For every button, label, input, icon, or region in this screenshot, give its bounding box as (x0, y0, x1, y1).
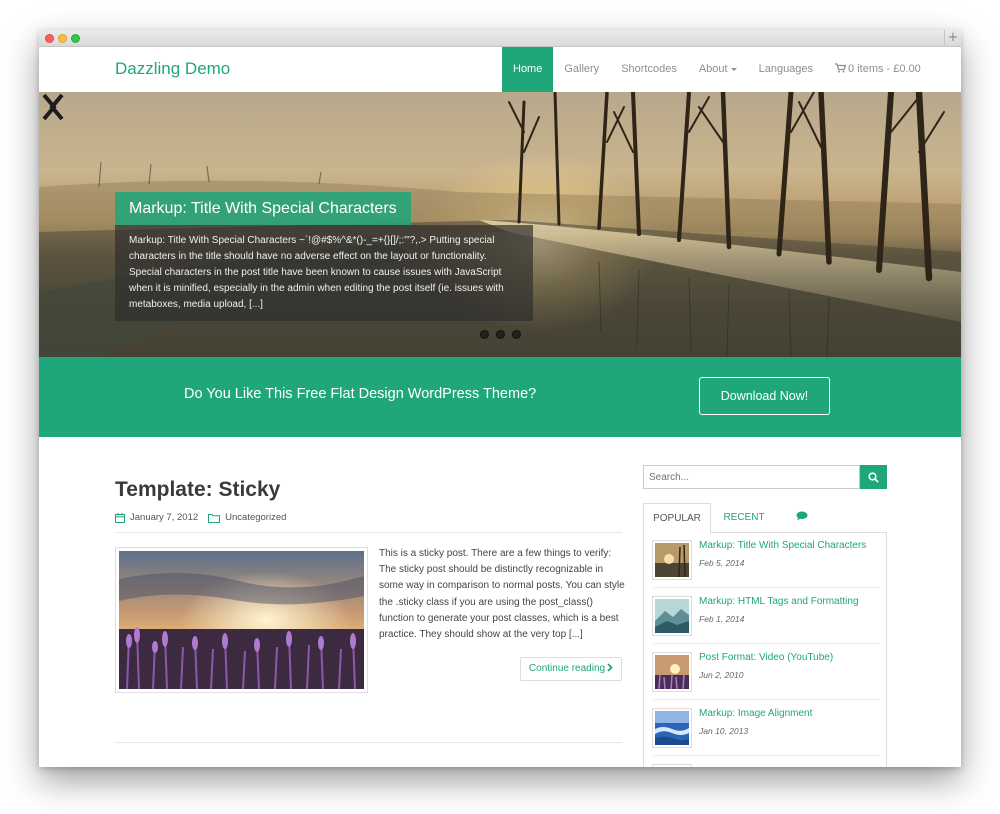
widget-post-title[interactable]: Markup: Title With Special Characters (699, 540, 866, 551)
slider-indicator[interactable] (480, 330, 489, 339)
landscape-thumbnail-image (655, 543, 689, 577)
divider (115, 532, 622, 533)
window-titlebar: + (39, 30, 961, 47)
post-thumbnail[interactable] (652, 652, 692, 692)
list-item[interactable]: Post Format: Video (YouTube) Jun 2, 2010 (644, 644, 886, 700)
nav-item-cart[interactable]: 0 items - £0.00 (824, 47, 932, 92)
widget-post-date: Feb 5, 2014 (699, 558, 745, 568)
download-now-button[interactable]: Download Now! (699, 377, 830, 415)
post-thumbnail[interactable] (652, 708, 692, 748)
hero-slide-title[interactable]: Markup: Title With Special Characters (115, 192, 411, 225)
cta-text: Do You Like This Free Flat Design WordPr… (184, 386, 537, 402)
slider-indicator[interactable] (496, 330, 505, 339)
site-brand[interactable]: Dazzling Demo (115, 59, 230, 79)
main-nav: Home Gallery Shortcodes About Languages … (502, 47, 932, 92)
post-thumbnail[interactable] (652, 764, 692, 767)
sidebar-tabs: POPULAR RECENT (643, 503, 887, 534)
tab-comments[interactable] (781, 503, 823, 533)
continue-reading-button[interactable]: Continue reading (520, 657, 622, 681)
calendar-icon (115, 512, 125, 523)
widget-post-date: Feb 1, 2014 (699, 614, 745, 624)
chevron-right-icon[interactable] (39, 92, 59, 122)
search-button[interactable] (860, 465, 887, 489)
ocean-thumbnail-image (655, 711, 689, 745)
tab-recent[interactable]: RECENT (717, 503, 771, 533)
divider (115, 742, 622, 743)
post-featured-image[interactable] (115, 547, 368, 693)
list-item[interactable]: Markup: Title With Special Characters Fe… (644, 532, 886, 588)
hero-slide-caption: Markup: Title With Special Characters ~`… (115, 225, 533, 321)
slider-indicator[interactable] (512, 330, 521, 339)
list-item[interactable]: Markup: Image Alignment Jan 10, 2013 (644, 700, 886, 756)
search-input[interactable] (643, 465, 860, 489)
cart-summary: 0 items - £0.00 (848, 63, 921, 75)
minimize-window-button[interactable] (58, 34, 67, 43)
lavender-thumbnail-image (655, 655, 689, 689)
browser-window: + Dazzling Demo Home Gallery Shortcodes … (39, 30, 961, 767)
search-icon (868, 471, 879, 483)
zoom-window-button[interactable] (71, 34, 80, 43)
post-date[interactable]: January 7, 2012 (130, 512, 198, 523)
caret-down-icon (730, 67, 737, 71)
slider-indicators (480, 330, 521, 339)
site-header: Dazzling Demo Home Gallery Shortcodes Ab… (39, 47, 961, 92)
cta-banner: Do You Like This Free Flat Design WordPr… (39, 357, 961, 437)
post-excerpt: This is a sticky post. There are a few t… (379, 548, 625, 641)
widget-post-title[interactable]: Markup: Image Alignment (699, 708, 812, 719)
cart-icon (835, 63, 847, 73)
list-item[interactable]: Markup: HTML Tags and Formatting Feb 1, … (644, 588, 886, 644)
comments-icon (796, 511, 808, 521)
nav-item-about-label: About (698, 63, 728, 75)
post-category[interactable]: Uncategorized (225, 512, 286, 523)
continue-reading-label: Continue reading (528, 663, 606, 674)
nav-item-home[interactable]: Home (502, 47, 554, 92)
folder-icon (208, 513, 221, 523)
close-window-button[interactable] (45, 34, 54, 43)
post-title[interactable]: Template: Sticky (115, 478, 280, 502)
post-thumbnail[interactable] (652, 596, 692, 636)
post-meta: January 7, 2012 Uncategorized (115, 512, 286, 523)
tab-popular[interactable]: POPULAR (643, 503, 711, 534)
hero-slider[interactable]: Markup: Title With Special Characters Ma… (39, 92, 961, 357)
nav-item-languages[interactable]: Languages (748, 47, 824, 92)
nav-item-gallery[interactable]: Gallery (553, 47, 610, 92)
widget-post-title[interactable]: Markup: HTML Tags and Formatting (699, 596, 859, 607)
post-thumbnail[interactable] (652, 540, 692, 580)
widget-post-date: Jun 2, 2010 (699, 670, 744, 680)
popular-posts-list: Markup: Title With Special Characters Fe… (643, 532, 887, 767)
chevron-right-icon (607, 663, 613, 672)
plus-icon[interactable]: + (944, 30, 961, 47)
widget-post-date: Jan 10, 2013 (699, 726, 749, 736)
mountain-thumbnail-image (655, 599, 689, 633)
lavender-field-image (119, 551, 364, 689)
widget-post-title[interactable]: Post Format: Video (YouTube) (699, 652, 833, 663)
nav-item-about[interactable]: About (688, 47, 748, 92)
list-item[interactable] (644, 756, 886, 767)
nav-item-shortcodes[interactable]: Shortcodes (610, 47, 688, 92)
